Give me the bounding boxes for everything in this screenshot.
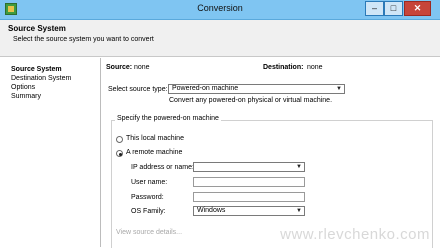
view-source-details-link[interactable]: View source details...	[116, 229, 182, 236]
maximize-button[interactable]: □	[384, 1, 403, 16]
group-title: Specify the powered-on machine	[115, 115, 221, 122]
source-type-label: Select source type:	[108, 86, 168, 93]
page-subtitle: Select the source system you want to con…	[13, 36, 154, 43]
destination-value: none	[307, 64, 323, 71]
step-summary[interactable]: Summary	[11, 93, 41, 100]
password-label: Password:	[131, 194, 164, 201]
source-label: Source:	[106, 64, 133, 71]
page-title: Source System	[8, 24, 66, 33]
source-type-value: Powered-on machine	[172, 85, 239, 92]
watermark-text: www.rlevchenko.com	[280, 226, 430, 243]
password-input[interactable]	[193, 192, 305, 202]
remote-machine-label: A remote machine	[126, 149, 183, 156]
step-source-system[interactable]: Source System	[11, 66, 62, 73]
local-machine-radio[interactable]	[116, 136, 123, 143]
destination-label: Destination:	[263, 64, 304, 71]
os-family-label: OS Family:	[131, 208, 166, 215]
minimize-button[interactable]: –	[365, 1, 384, 16]
close-button[interactable]: ✕	[404, 1, 431, 16]
ip-address-combobox[interactable]: ▼	[193, 162, 305, 172]
os-family-select[interactable]: Windows ▼	[193, 206, 305, 216]
os-family-value: Windows	[197, 207, 226, 214]
source-value: none	[134, 64, 150, 71]
chevron-down-icon: ▼	[296, 208, 302, 214]
source-type-select[interactable]: Powered-on machine ▼	[168, 84, 345, 94]
local-machine-label: This local machine	[126, 135, 184, 142]
ip-address-label: IP address or name:	[131, 164, 194, 171]
source-type-hint: Convert any powered-on physical or virtu…	[169, 97, 333, 104]
user-name-label: User name:	[131, 179, 168, 186]
chevron-down-icon: ▼	[336, 86, 342, 92]
user-name-input[interactable]	[193, 177, 305, 187]
step-options[interactable]: Options	[11, 84, 35, 91]
chevron-down-icon: ▼	[296, 164, 302, 170]
remote-machine-radio[interactable]	[116, 150, 123, 157]
step-destination-system[interactable]: Destination System	[11, 75, 71, 82]
